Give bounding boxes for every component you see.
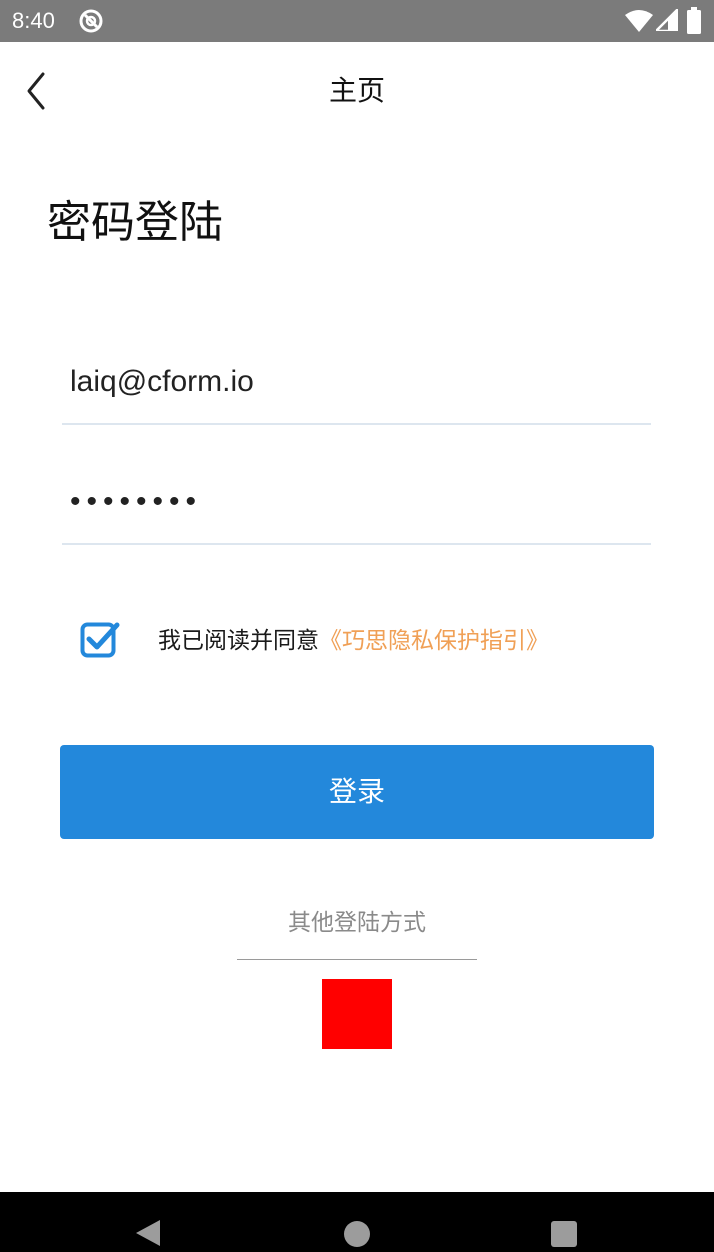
- signal-icon: [656, 9, 678, 31]
- status-time: 8:40: [12, 8, 55, 33]
- app-notification-icon: [79, 9, 103, 33]
- battery-icon: [687, 7, 701, 34]
- app-bar: 主页: [0, 42, 714, 138]
- home-circle-icon[interactable]: [343, 1220, 371, 1248]
- page-title: 主页: [328, 74, 385, 107]
- status-bar: 8:40: [0, 0, 714, 42]
- wifi-icon: [625, 10, 653, 32]
- email-input[interactable]: [70, 357, 640, 407]
- password-input[interactable]: [70, 477, 640, 527]
- privacy-policy-link[interactable]: 《巧思隐私保护指引》: [319, 628, 549, 654]
- agreement-row: 我已阅读并同意《巧思隐私保护指引》: [158, 624, 549, 658]
- agreement-text: 我已阅读并同意: [158, 628, 319, 654]
- back-triangle-icon[interactable]: [134, 1218, 162, 1248]
- other-login-option-icon[interactable]: [322, 979, 392, 1049]
- agreement-checkbox[interactable]: [80, 620, 120, 660]
- navigation-bar: [0, 1192, 714, 1252]
- password-field: [62, 463, 651, 545]
- password-login-heading: 密码登陆: [47, 197, 223, 248]
- login-button[interactable]: 登录: [60, 745, 654, 839]
- email-field: [62, 343, 651, 425]
- login-screen: 8:40 主页 密码登陆 我已阅读并同意《: [0, 0, 714, 1252]
- other-login-label: 其他登陆方式: [288, 910, 426, 936]
- recents-square-icon[interactable]: [550, 1220, 578, 1248]
- other-login-divider: [237, 959, 477, 960]
